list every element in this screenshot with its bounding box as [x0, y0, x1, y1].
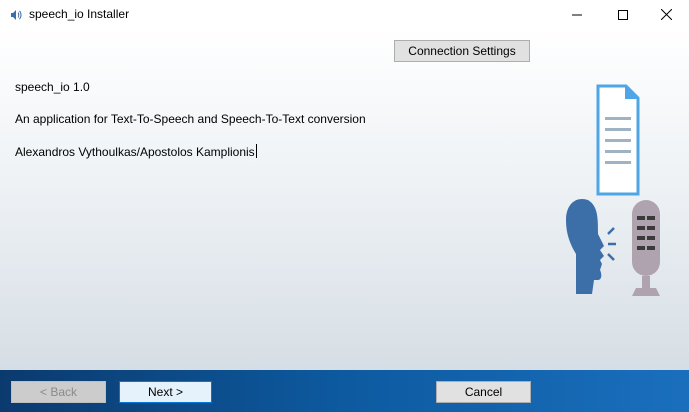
authors-field[interactable]: Alexandros Vythoulkas/Apostolos Kamplion… [15, 144, 257, 159]
text-caret [255, 144, 257, 158]
cancel-button[interactable]: Cancel [436, 381, 531, 403]
minimize-icon [572, 14, 582, 15]
speech-illustration [566, 84, 660, 296]
window-title: speech_io Installer [29, 7, 130, 21]
minimize-button[interactable] [554, 0, 600, 29]
maximize-icon [618, 9, 628, 20]
description-label: An application for Text-To-Speech and Sp… [15, 112, 366, 126]
maximize-button[interactable] [600, 0, 646, 29]
connection-settings-button[interactable]: Connection Settings [394, 40, 530, 62]
speaker-icon [11, 10, 22, 20]
title-bar: speech_io Installer [0, 0, 689, 29]
close-icon [660, 9, 672, 20]
back-button[interactable]: < Back [11, 381, 106, 403]
version-label: speech_io 1.0 [15, 80, 90, 94]
wizard-footer: < Back Next > Cancel [0, 370, 689, 412]
close-button[interactable] [643, 0, 689, 29]
authors-text: Alexandros Vythoulkas/Apostolos Kamplion… [15, 145, 255, 159]
next-button[interactable]: Next > [119, 381, 212, 403]
microphone-icon [632, 200, 660, 296]
document-icon [596, 84, 640, 196]
installer-content: Connection Settings speech_io 1.0 An app… [0, 29, 689, 370]
speaking-head-icon [566, 198, 616, 294]
